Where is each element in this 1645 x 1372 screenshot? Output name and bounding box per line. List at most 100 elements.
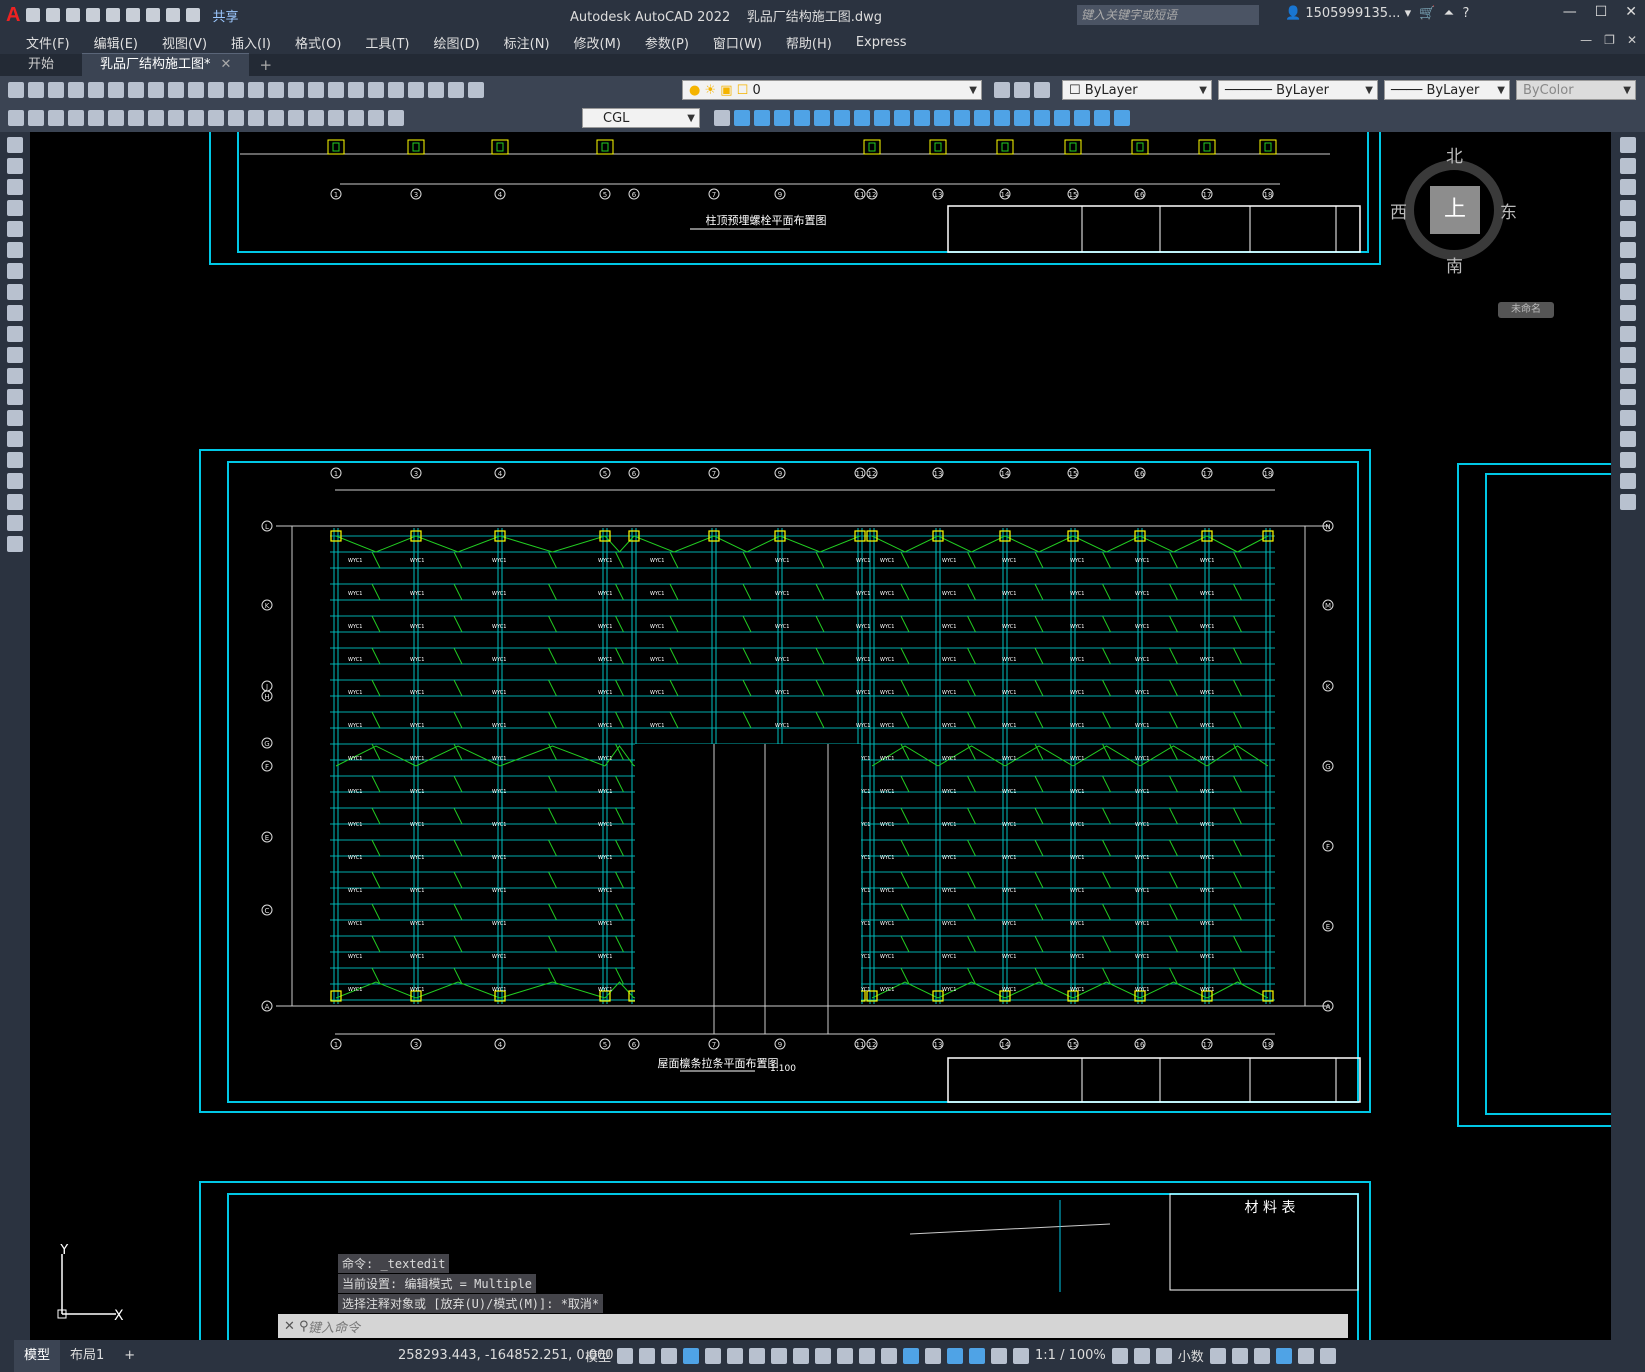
section-icon[interactable] bbox=[1034, 110, 1050, 126]
tab-layout1[interactable]: 布局1 bbox=[60, 1340, 114, 1372]
user-account[interactable]: 👤 1505999135... ▾ 🛒 ⏶ ? bbox=[1285, 6, 1469, 21]
viewcube-west[interactable]: 西 bbox=[1390, 198, 1407, 223]
undo-icon[interactable] bbox=[208, 82, 224, 98]
extrude-icon[interactable] bbox=[874, 110, 890, 126]
tab-start[interactable]: 开始 bbox=[10, 54, 72, 76]
ortho-icon[interactable] bbox=[705, 1347, 722, 1364]
break-point-icon[interactable] bbox=[1620, 368, 1636, 384]
dim-text-edit-icon[interactable] bbox=[368, 110, 384, 126]
dim-space-icon[interactable] bbox=[228, 110, 244, 126]
customization-icon[interactable] bbox=[1319, 1347, 1336, 1364]
object-snap-tracking-icon[interactable] bbox=[771, 1347, 788, 1364]
box-icon[interactable] bbox=[734, 110, 750, 126]
dim-break-icon[interactable] bbox=[248, 110, 264, 126]
markup-icon[interactable] bbox=[408, 82, 424, 98]
insert-block-icon[interactable] bbox=[7, 368, 23, 384]
properties-icon[interactable] bbox=[328, 82, 344, 98]
viewcube-top-face[interactable]: 上 bbox=[1430, 186, 1480, 234]
intersect-icon[interactable] bbox=[994, 110, 1010, 126]
drawing-canvas[interactable]: 1 3 4 5 6 7 9 11 12 13 14 15 16 17 18 柱顶预埋螺栓平面布置图 WYC1… bbox=[30, 132, 1611, 1340]
quick-properties-icon[interactable] bbox=[1209, 1347, 1226, 1364]
copy-object-icon[interactable] bbox=[1620, 158, 1636, 174]
undo-icon[interactable] bbox=[166, 8, 181, 22]
color-dropdown[interactable]: ☐ ByLayer ▼ bbox=[1062, 80, 1212, 100]
wcs-menu[interactable]: 未命名 bbox=[1498, 302, 1554, 318]
command-close-icon[interactable]: ✕ ⚲ bbox=[284, 1319, 309, 1334]
new-icon[interactable] bbox=[26, 8, 41, 22]
blend-icon[interactable] bbox=[1620, 473, 1636, 489]
inspect-icon[interactable] bbox=[308, 110, 324, 126]
3d-osnap-icon[interactable] bbox=[881, 1347, 898, 1364]
dim-aligned-icon[interactable] bbox=[28, 110, 44, 126]
infer-constraints-icon[interactable] bbox=[661, 1347, 678, 1364]
matchprop-icon[interactable] bbox=[188, 82, 204, 98]
mirror-icon[interactable] bbox=[1620, 179, 1636, 195]
open-icon[interactable] bbox=[28, 82, 44, 98]
pan-icon[interactable] bbox=[248, 82, 264, 98]
lineweight-icon[interactable] bbox=[815, 1347, 832, 1364]
break-icon[interactable] bbox=[1620, 389, 1636, 405]
dim-arc-icon[interactable] bbox=[48, 110, 64, 126]
annotation-monitor-icon[interactable] bbox=[1133, 1347, 1150, 1364]
revcloud-icon[interactable] bbox=[7, 284, 23, 300]
calculator-icon[interactable] bbox=[428, 82, 444, 98]
menu-dimension[interactable]: 标注(N) bbox=[492, 33, 562, 52]
viewcube-east[interactable]: 东 bbox=[1500, 198, 1517, 223]
subtract-icon[interactable] bbox=[974, 110, 990, 126]
offset-icon[interactable] bbox=[1620, 200, 1636, 216]
dim-angular-icon[interactable] bbox=[148, 110, 164, 126]
line-icon[interactable] bbox=[7, 137, 23, 153]
circle-icon[interactable] bbox=[7, 263, 23, 279]
rotate-icon[interactable] bbox=[1620, 263, 1636, 279]
model-space-label[interactable]: 模型 bbox=[585, 1346, 611, 1365]
menu-edit[interactable]: 编辑(E) bbox=[82, 33, 150, 52]
make-block-icon[interactable] bbox=[7, 389, 23, 405]
spline-icon[interactable] bbox=[7, 305, 23, 321]
workspace-gear-icon[interactable] bbox=[1111, 1347, 1128, 1364]
menu-tools[interactable]: 工具(T) bbox=[353, 33, 421, 52]
menu-insert[interactable]: 插入(I) bbox=[219, 33, 283, 52]
cut-icon[interactable] bbox=[128, 82, 144, 98]
3d-align-icon[interactable] bbox=[1094, 110, 1110, 126]
copy-icon[interactable] bbox=[148, 82, 164, 98]
dim-diameter-icon[interactable] bbox=[128, 110, 144, 126]
redo-icon[interactable] bbox=[228, 82, 244, 98]
quick-dim-icon[interactable] bbox=[168, 110, 184, 126]
point-icon[interactable] bbox=[7, 410, 23, 426]
explode-icon[interactable] bbox=[1620, 494, 1636, 510]
sphere-icon[interactable] bbox=[794, 110, 810, 126]
selection-cycling-icon[interactable] bbox=[859, 1347, 876, 1364]
revolve-icon[interactable] bbox=[894, 110, 910, 126]
share-button[interactable]: 共享 bbox=[212, 6, 238, 25]
trim-icon[interactable] bbox=[1620, 326, 1636, 342]
polygon-icon[interactable] bbox=[7, 200, 23, 216]
dim-edit-icon[interactable] bbox=[348, 110, 364, 126]
dim-style-icon[interactable] bbox=[714, 110, 730, 126]
3d-array-icon[interactable] bbox=[1114, 110, 1130, 126]
menu-window[interactable]: 窗口(W) bbox=[701, 33, 774, 52]
torus-icon[interactable] bbox=[834, 110, 850, 126]
union-icon[interactable] bbox=[954, 110, 970, 126]
extend-icon[interactable] bbox=[1620, 347, 1636, 363]
region-icon[interactable] bbox=[7, 473, 23, 489]
menu-draw[interactable]: 绘图(D) bbox=[422, 33, 492, 52]
clean-screen-icon[interactable] bbox=[1297, 1347, 1314, 1364]
sweep-icon[interactable] bbox=[914, 110, 930, 126]
tab-close-icon[interactable]: ✕ bbox=[221, 57, 232, 72]
doc-close-icon[interactable]: ✕ bbox=[1627, 33, 1637, 47]
dim-ordinate-icon[interactable] bbox=[68, 110, 84, 126]
layer-previous-icon[interactable] bbox=[1014, 82, 1030, 98]
units-icon[interactable] bbox=[1155, 1347, 1172, 1364]
center-mark-icon[interactable] bbox=[288, 110, 304, 126]
coordinates-display[interactable]: 258293.443, -164852.251, 0.000 bbox=[398, 1348, 614, 1363]
cylinder-icon[interactable] bbox=[814, 110, 830, 126]
redo-icon[interactable] bbox=[186, 8, 201, 22]
mtext-icon[interactable] bbox=[7, 515, 23, 531]
layer-match-icon[interactable] bbox=[994, 82, 1010, 98]
menu-format[interactable]: 格式(O) bbox=[283, 33, 353, 52]
ellipse-arc-icon[interactable] bbox=[7, 347, 23, 363]
units-value[interactable]: 小数 bbox=[1178, 1346, 1204, 1365]
dynamic-ucs-icon[interactable] bbox=[903, 1347, 920, 1364]
3d-rotate-icon[interactable] bbox=[1074, 110, 1090, 126]
arc-icon[interactable] bbox=[7, 242, 23, 258]
